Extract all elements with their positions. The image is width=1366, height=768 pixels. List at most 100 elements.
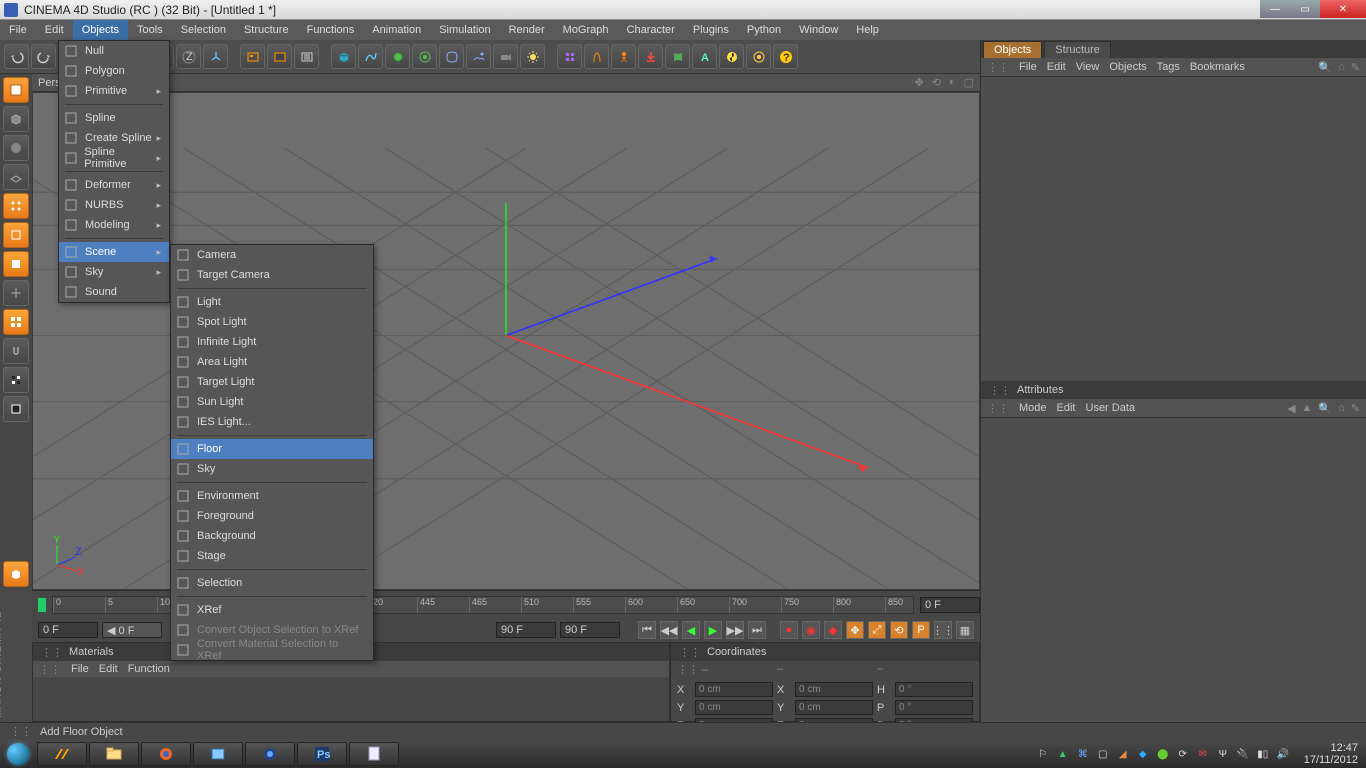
om-objects[interactable]: Objects <box>1109 61 1146 73</box>
polys-mode-icon[interactable] <box>3 251 29 277</box>
grip-icon[interactable]: ⋮⋮ <box>987 61 1009 74</box>
eyedropper-icon[interactable]: ✎ <box>1351 402 1360 415</box>
nurbs-icon[interactable] <box>385 44 410 69</box>
home-icon[interactable]: ⌂ <box>1338 402 1345 415</box>
next-key-icon[interactable]: ▶▶ <box>726 621 744 639</box>
workplane-icon[interactable] <box>3 164 29 190</box>
menu-item-infinite-light[interactable]: Infinite Light <box>171 332 373 352</box>
snap-icon[interactable] <box>3 338 29 364</box>
om-edit[interactable]: Edit <box>1047 61 1066 73</box>
character-icon[interactable] <box>611 44 636 69</box>
om-bookmarks[interactable]: Bookmarks <box>1190 61 1245 73</box>
eyedropper-icon[interactable]: ✎ <box>1351 61 1360 74</box>
menu-item-background[interactable]: Background <box>171 526 373 546</box>
menu-item-ies-light-[interactable]: IES Light... <box>171 412 373 432</box>
menu-item-environment[interactable]: Environment <box>171 486 373 506</box>
task-app1-icon[interactable] <box>193 742 243 766</box>
goto-start-icon[interactable]: ⏮ <box>638 621 656 639</box>
menu-item-spline-primitive[interactable]: Spline Primitive <box>59 148 169 168</box>
attr-edit[interactable]: Edit <box>1057 402 1076 414</box>
dynamics-icon[interactable] <box>719 44 744 69</box>
object-manager-body[interactable] <box>981 76 1366 381</box>
menu-item-xref[interactable]: XRef <box>171 600 373 620</box>
mat-function[interactable]: Function <box>128 663 170 675</box>
keyframe-icon[interactable]: ◆ <box>824 621 842 639</box>
tray-shield-icon[interactable]: ◆ <box>1136 747 1150 761</box>
task-c4d-icon[interactable] <box>245 742 295 766</box>
menu-item-deformer[interactable]: Deformer <box>59 175 169 195</box>
frame-goto-field[interactable]: ◀ 0 F <box>102 622 162 638</box>
om-file[interactable]: File <box>1019 61 1037 73</box>
model-mode-icon[interactable] <box>3 77 29 103</box>
menu-plugins[interactable]: Plugins <box>684 20 738 40</box>
environment-icon[interactable] <box>466 44 491 69</box>
enable-axis-icon[interactable] <box>3 280 29 306</box>
tray-volume-icon[interactable]: 🔊 <box>1276 747 1290 761</box>
menu-help[interactable]: Help <box>847 20 888 40</box>
play-fwd-icon[interactable]: ▶ <box>704 621 722 639</box>
menu-item-spot-light[interactable]: Spot Light <box>171 312 373 332</box>
menu-item-scene[interactable]: Scene <box>59 242 169 262</box>
modeling-icon[interactable] <box>412 44 437 69</box>
task-notepad-icon[interactable] <box>349 742 399 766</box>
search-icon[interactable]: 🔍 <box>1318 61 1332 74</box>
menu-item-floor[interactable]: Floor <box>171 439 373 459</box>
record-icon[interactable]: ● <box>780 621 798 639</box>
task-firefox-icon[interactable] <box>141 742 191 766</box>
menu-item-sound[interactable]: Sound <box>59 282 169 302</box>
tray-bluetooth-icon[interactable]: ⌘ <box>1076 747 1090 761</box>
timeline-playhead-icon[interactable] <box>38 598 46 612</box>
menu-item-stage[interactable]: Stage <box>171 546 373 566</box>
key-param-icon[interactable]: P <box>912 621 930 639</box>
menu-file[interactable]: File <box>0 20 36 40</box>
task-explorer-icon[interactable] <box>89 742 139 766</box>
tray-monitor-icon[interactable]: ▢ <box>1096 747 1110 761</box>
key-opts-icon[interactable]: ⋮⋮ <box>934 621 952 639</box>
taskbar-clock[interactable]: 12:47 17/11/2012 <box>1296 742 1358 766</box>
menu-window[interactable]: Window <box>790 20 847 40</box>
nav-frame-icon[interactable]: ▢ <box>964 76 974 89</box>
grip-icon[interactable]: ⋮⋮ <box>987 402 1009 415</box>
tab-objects[interactable]: Objects <box>983 41 1042 58</box>
nav-zoom-icon[interactable]: ⟲ <box>932 76 941 89</box>
deformer-icon[interactable] <box>439 44 464 69</box>
search-icon[interactable]: 🔍 <box>1318 402 1332 415</box>
range-a-field[interactable]: 90 F <box>496 622 556 638</box>
tray-network-icon[interactable]: ▮▯ <box>1256 747 1270 761</box>
play-back-icon[interactable]: ◀ <box>682 621 700 639</box>
mat-edit[interactable]: Edit <box>99 663 118 675</box>
tray-flag-icon[interactable]: ⚐ <box>1036 747 1050 761</box>
menu-item-camera[interactable]: Camera <box>171 245 373 265</box>
coord-input[interactable] <box>695 682 773 697</box>
menu-functions[interactable]: Functions <box>298 20 364 40</box>
menu-item-polygon[interactable]: Polygon <box>59 61 169 81</box>
tray-power-icon[interactable]: 🔌 <box>1236 747 1250 761</box>
menu-item-spline[interactable]: Spline <box>59 108 169 128</box>
particle-icon[interactable] <box>746 44 771 69</box>
help-icon[interactable]: ? <box>773 44 798 69</box>
tray-av-icon[interactable]: ◢ <box>1116 747 1130 761</box>
menu-edit[interactable]: Edit <box>36 20 73 40</box>
camera-tool-icon[interactable] <box>493 44 518 69</box>
nav-back-icon[interactable]: ◀ <box>1287 402 1295 415</box>
cloth-icon[interactable] <box>665 44 690 69</box>
points-mode-icon[interactable] <box>3 193 29 219</box>
mograph-icon[interactable] <box>557 44 582 69</box>
tray-gpu-icon[interactable]: ⬤ <box>1156 747 1170 761</box>
render-view-icon[interactable] <box>240 44 265 69</box>
tab-structure[interactable]: Structure <box>1044 41 1111 58</box>
menu-item-sky[interactable]: Sky <box>59 262 169 282</box>
texture-mode-icon[interactable] <box>3 135 29 161</box>
menu-python[interactable]: Python <box>738 20 790 40</box>
hair-icon[interactable] <box>584 44 609 69</box>
frame-current-field[interactable]: 0 F <box>38 622 98 638</box>
goto-end-icon[interactable]: ⏭ <box>748 621 766 639</box>
menu-item-nurbs[interactable]: NURBS <box>59 195 169 215</box>
grip-icon[interactable]: ⋮⋮ <box>39 663 61 676</box>
menu-objects[interactable]: Objects <box>73 20 128 40</box>
menu-item-area-light[interactable]: Area Light <box>171 352 373 372</box>
attributes-body[interactable] <box>981 417 1366 722</box>
frame-end-field[interactable]: 0 F <box>920 597 980 613</box>
nav-up-icon[interactable]: ▲ <box>1302 402 1313 415</box>
coord-input[interactable] <box>795 700 873 715</box>
